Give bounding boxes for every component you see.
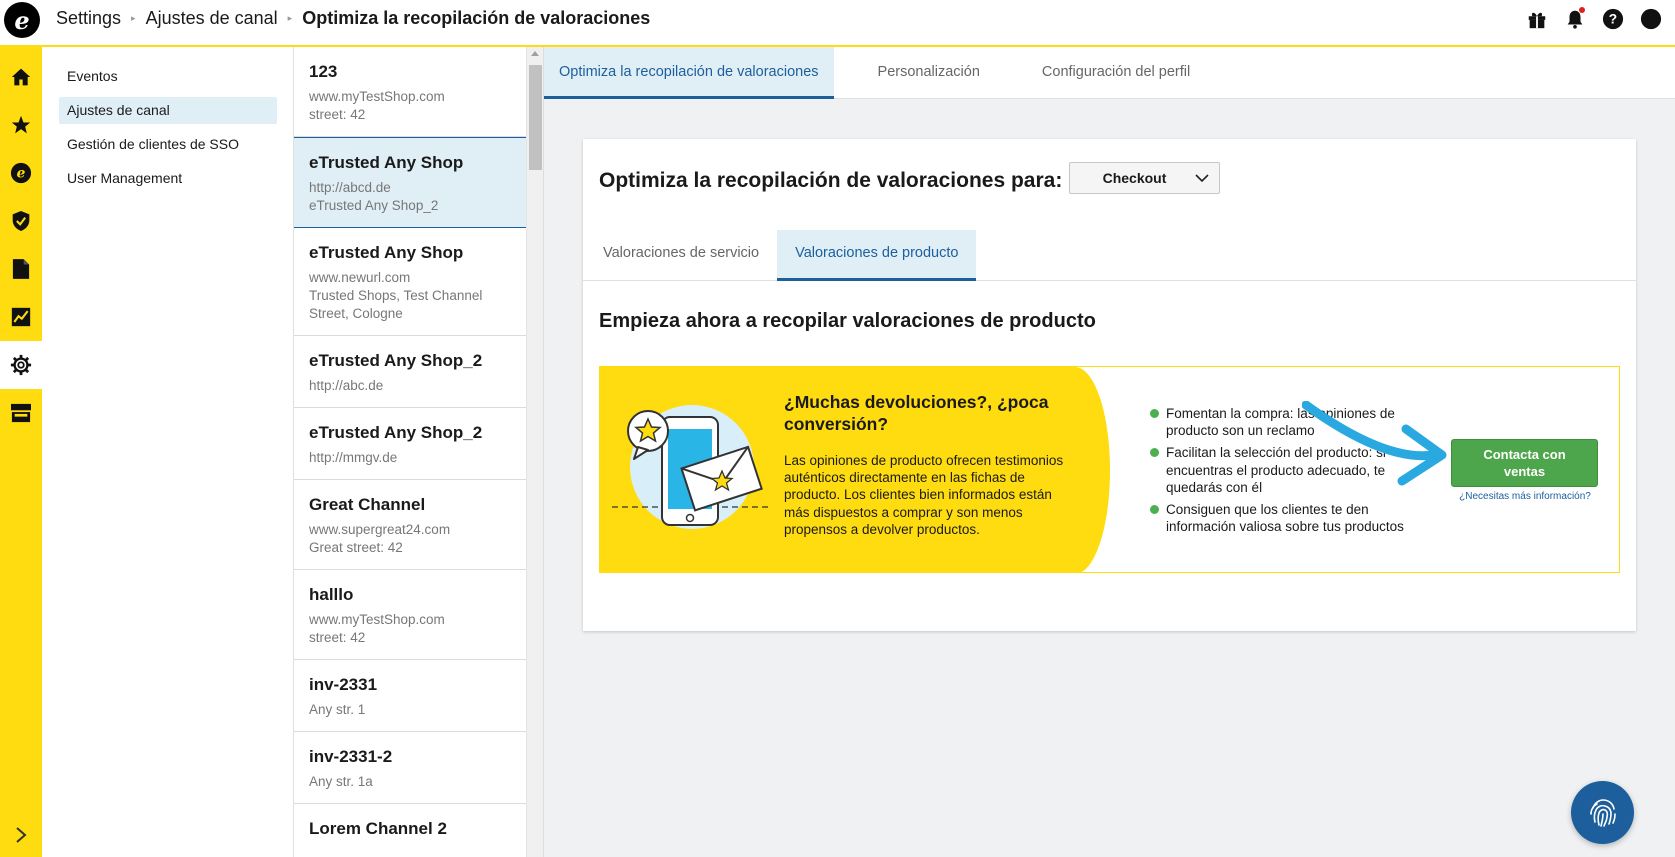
main-tabs: Optimiza la recopilación de valoraciones… xyxy=(544,47,1675,99)
settings-menu-item-sso-clients[interactable]: Gestión de clientes de SSO xyxy=(59,131,277,158)
channel-detail: http://abc.de xyxy=(309,378,384,393)
breadcrumb-settings[interactable]: Settings xyxy=(56,8,121,29)
help-icon[interactable]: ? xyxy=(1601,7,1625,31)
phone-envelope-star-illustration xyxy=(610,397,770,542)
main-navigation: e xyxy=(0,47,42,857)
channel-detail: www.myTestShop.com xyxy=(309,612,445,627)
channel-detail: www.newurl.com xyxy=(309,270,411,285)
channel-detail: Trusted Shops, Test Channel xyxy=(309,288,483,303)
channel-name: 123 xyxy=(309,62,338,81)
scrollbar-thumb[interactable] xyxy=(529,65,542,170)
channel-detail: street: 42 xyxy=(309,630,366,645)
tab-service-reviews[interactable]: Valoraciones de servicio xyxy=(585,230,777,281)
settings-menu-item-events[interactable]: Eventos xyxy=(59,63,277,90)
review-type-tabs: Valoraciones de servicio Valoraciones de… xyxy=(583,230,1636,281)
notification-dot xyxy=(1579,7,1585,13)
channel-list-item[interactable]: halllo www.myTestShop.com street: 42 xyxy=(294,570,526,660)
channel-list-item[interactable]: eTrusted Any Shop www.newurl.com Trusted S… xyxy=(294,228,526,336)
channel-list-item[interactable]: inv-2331-2 Any str. 1a xyxy=(294,732,526,804)
optimization-card: Optimiza la recopilación de valoraciones… xyxy=(583,139,1636,631)
channel-detail: Great street: 42 xyxy=(309,540,403,555)
promo-heading: ¿Muchas devoluciones?, ¿poca conversión? xyxy=(784,392,1049,434)
bell-icon[interactable] xyxy=(1563,7,1587,31)
breadcrumb: Settings ▸ Ajustes de canal ▸ Optimiza l… xyxy=(56,8,650,29)
channel-detail: http://abcd.de xyxy=(309,180,391,195)
breadcrumb-current-page: Optimiza la recopilación de valoraciones xyxy=(302,8,651,28)
expand-nav-chevron-icon[interactable] xyxy=(0,826,42,849)
settings-menu: Eventos Ajustes de canal Gestión de clie… xyxy=(42,47,294,857)
touchpoint-dropdown[interactable]: Checkout xyxy=(1069,162,1220,194)
settings-menu-item-user-management[interactable]: User Management xyxy=(59,165,277,192)
breadcrumb-channel-settings[interactable]: Ajustes de canal xyxy=(146,8,278,29)
document-icon[interactable] xyxy=(0,245,42,293)
star-icon[interactable] xyxy=(0,101,42,149)
channel-list-item[interactable]: 123 www.myTestShop.com street: 42 xyxy=(294,47,526,137)
breadcrumb-separator-icon: ▸ xyxy=(131,13,136,23)
fingerprint-icon[interactable] xyxy=(1571,781,1634,844)
home-icon[interactable] xyxy=(0,53,42,101)
tab-optimize-review-collection[interactable]: Optimiza la recopilación de valoraciones xyxy=(544,47,834,99)
channel-detail: www.myTestShop.com xyxy=(309,89,445,104)
benefit-item: Consiguen que los clientes te den inform… xyxy=(1148,501,1413,535)
contact-sales-button[interactable]: Contacta con ventas xyxy=(1451,439,1598,487)
product-reviews-promo: ¿Muchas devoluciones?, ¿poca conversión?… xyxy=(599,366,1620,573)
scroll-up-arrow-icon[interactable] xyxy=(531,51,539,56)
channel-detail: Street, Cologne xyxy=(309,306,403,321)
green-bullet-icon xyxy=(1150,448,1159,458)
channel-list-item[interactable]: eTrusted Any Shop_2 http://abc.de xyxy=(294,336,526,408)
card-title: Optimiza la recopilación de valoraciones… xyxy=(599,169,1063,192)
channel-detail: http://mmgv.de xyxy=(309,450,398,465)
channel-list-item[interactable]: eTrusted Any Shop http://abcd.de eTrusted … xyxy=(294,137,526,228)
channel-name: Great Channel xyxy=(309,495,426,514)
gift-icon[interactable] xyxy=(1525,7,1549,31)
etrusted-icon[interactable]: e xyxy=(0,149,42,197)
section-title: Empieza ahora a recopilar valoraciones d… xyxy=(599,310,1096,332)
channel-detail: www.supergreat24.com xyxy=(309,522,451,537)
channel-name: inv-2331 xyxy=(309,675,378,694)
main-content: Optimiza la recopilación de valoraciones… xyxy=(543,47,1675,857)
analytics-icon[interactable] xyxy=(0,293,42,341)
channel-name: Lorem Channel 2 xyxy=(309,819,447,838)
svg-text:e: e xyxy=(17,166,26,182)
user-avatar[interactable] xyxy=(1639,7,1663,31)
channel-detail: Any str. 1 xyxy=(309,702,366,717)
channel-name: eTrusted Any Shop_2 xyxy=(309,423,483,442)
store-icon[interactable] xyxy=(0,389,42,437)
tab-product-reviews[interactable]: Valoraciones de producto xyxy=(777,230,977,281)
tab-profile-configuration[interactable]: Configuración del perfil xyxy=(1024,47,1208,99)
breadcrumb-separator-icon: ▸ xyxy=(287,13,293,23)
channel-detail: Any str. 1a xyxy=(309,774,373,789)
svg-text:?: ? xyxy=(1609,12,1617,27)
settings-menu-item-channel-settings[interactable]: Ajustes de canal xyxy=(59,97,277,124)
channel-list-item[interactable]: inv-2331 Any str. 1 xyxy=(294,660,526,732)
channel-detail: eTrusted Any Shop_2 xyxy=(309,198,439,213)
channel-list-scrollbar[interactable] xyxy=(526,47,543,857)
top-bar: e Settings ▸ Ajustes de canal ▸ Optimiza… xyxy=(0,0,1675,47)
channel-name: eTrusted Any Shop xyxy=(309,153,464,172)
promo-description: Las opiniones de producto ofrecen testim… xyxy=(784,453,1064,537)
tab-customization[interactable]: Personalización xyxy=(850,47,1008,99)
dropdown-selected-value: Checkout xyxy=(1102,170,1167,186)
green-bullet-icon xyxy=(1150,505,1159,515)
channel-list-item[interactable]: eTrusted Any Shop_2 http://mmgv.de xyxy=(294,408,526,480)
channel-name: inv-2331-2 xyxy=(309,747,393,766)
channel-list: 123 www.myTestShop.com street: 42 eTrusted … xyxy=(294,47,543,857)
chevron-down-icon xyxy=(1195,171,1209,188)
gear-icon[interactable] xyxy=(0,341,42,389)
etrusted-logo[interactable]: e xyxy=(4,2,40,38)
more-info-link[interactable]: ¿Necesitas más información? xyxy=(1433,491,1617,502)
channel-detail: street: 42 xyxy=(309,107,366,122)
green-bullet-icon xyxy=(1150,409,1159,418)
annotation-arrow-icon xyxy=(1301,400,1452,496)
shield-check-icon[interactable] xyxy=(0,197,42,245)
channel-name: eTrusted Any Shop xyxy=(309,243,464,262)
channel-list-item[interactable]: Lorem Channel 2 xyxy=(294,804,526,857)
channel-name: halllo xyxy=(309,585,354,604)
channel-list-item[interactable]: Great Channel www.supergreat24.com Great s… xyxy=(294,480,526,570)
channel-name: eTrusted Any Shop_2 xyxy=(309,351,483,370)
